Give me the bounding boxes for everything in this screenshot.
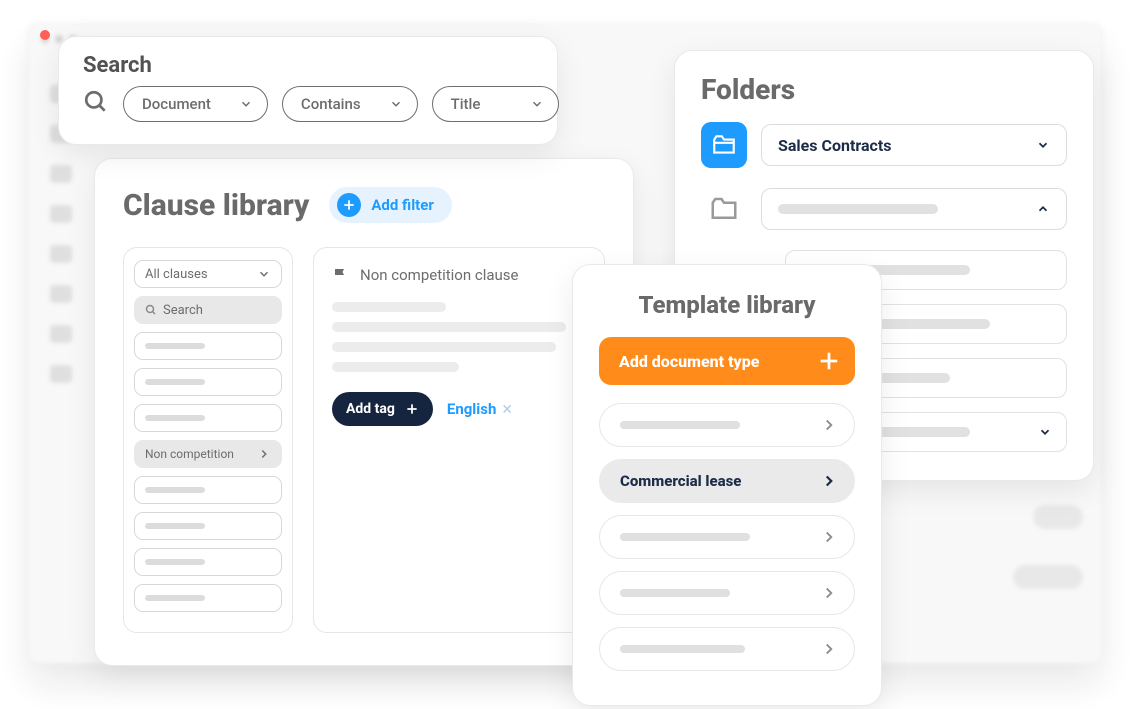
plus-circle-icon xyxy=(337,193,361,217)
list-item[interactable] xyxy=(134,332,282,360)
language-label: English xyxy=(447,400,496,418)
placeholder-bar xyxy=(778,204,938,214)
clause-library-title: Clause library xyxy=(123,188,309,223)
chevron-right-icon xyxy=(820,472,838,490)
list-item-selected[interactable]: Non competition xyxy=(134,440,282,468)
folder-row-selected: Sales Contracts xyxy=(701,122,1067,168)
chevron-right-icon xyxy=(820,416,838,434)
clause-search-input[interactable]: Search xyxy=(134,296,282,324)
add-tag-label: Add tag xyxy=(346,401,395,417)
clause-left-pane: All clauses Search Non competition xyxy=(123,247,293,633)
template-item-selected[interactable]: Commercial lease xyxy=(599,459,855,503)
clause-library-panel: Clause library Add filter All clauses Se… xyxy=(94,158,634,666)
chevron-up-icon xyxy=(1036,202,1050,216)
list-item[interactable] xyxy=(134,404,282,432)
add-filter-label: Add filter xyxy=(371,196,433,214)
search-title: Search xyxy=(83,53,533,78)
chevron-down-icon xyxy=(1038,425,1052,439)
chevron-right-icon xyxy=(820,528,838,546)
search-icon xyxy=(145,304,157,316)
template-item[interactable] xyxy=(599,515,855,559)
language-chip[interactable]: English × xyxy=(447,399,512,420)
remove-chip-icon[interactable]: × xyxy=(502,399,512,420)
list-item[interactable] xyxy=(134,512,282,540)
template-library-panel: Template library Add document type Comme… xyxy=(572,264,882,706)
search-operator-select[interactable]: Contains xyxy=(282,86,418,122)
search-icon[interactable] xyxy=(83,89,109,119)
list-item[interactable] xyxy=(134,368,282,396)
folders-title: Folders xyxy=(701,73,1067,106)
list-item[interactable] xyxy=(134,476,282,504)
search-operator-label: Contains xyxy=(301,95,361,113)
template-item[interactable] xyxy=(599,403,855,447)
chevron-right-icon xyxy=(820,584,838,602)
plus-icon xyxy=(405,402,419,416)
add-tag-button[interactable]: Add tag xyxy=(332,392,433,426)
window-close-dot xyxy=(40,30,50,40)
chevron-down-icon xyxy=(530,97,544,111)
chevron-down-icon xyxy=(257,267,271,281)
list-item-label: Non competition xyxy=(145,447,234,461)
list-item[interactable] xyxy=(134,584,282,612)
add-filter-button[interactable]: Add filter xyxy=(329,187,451,223)
all-clauses-select[interactable]: All clauses xyxy=(134,260,282,288)
folder-open-icon xyxy=(701,122,747,168)
chevron-right-icon xyxy=(257,447,271,461)
search-value-select[interactable]: Title xyxy=(432,86,560,122)
folder-placeholder-select[interactable] xyxy=(761,188,1067,230)
folder-selected-label: Sales Contracts xyxy=(778,136,892,155)
add-document-type-button[interactable]: Add document type xyxy=(599,337,855,385)
search-field-label: Document xyxy=(142,95,211,113)
folder-row-expanded xyxy=(701,186,1067,232)
template-item[interactable] xyxy=(599,571,855,615)
flag-icon xyxy=(332,266,350,284)
chevron-down-icon xyxy=(239,97,253,111)
template-library-title: Template library xyxy=(599,291,855,319)
clause-search-placeholder: Search xyxy=(163,303,203,318)
add-document-type-label: Add document type xyxy=(619,352,759,371)
search-value-label: Title xyxy=(451,95,481,113)
plus-icon xyxy=(815,347,843,375)
search-panel: Search Document Contains Title xyxy=(58,36,558,145)
chevron-down-icon xyxy=(1036,138,1050,152)
folder-select[interactable]: Sales Contracts xyxy=(761,124,1067,166)
clause-detail-pane: Non competition clause Add tag English × xyxy=(313,247,605,633)
list-item[interactable] xyxy=(134,548,282,576)
template-item-label: Commercial lease xyxy=(620,472,741,490)
folder-icon xyxy=(701,186,747,232)
search-field-select[interactable]: Document xyxy=(123,86,268,122)
clause-detail-heading: Non competition clause xyxy=(360,266,519,284)
template-item[interactable] xyxy=(599,627,855,671)
chevron-down-icon xyxy=(389,97,403,111)
all-clauses-label: All clauses xyxy=(145,267,208,282)
chevron-right-icon xyxy=(820,640,838,658)
